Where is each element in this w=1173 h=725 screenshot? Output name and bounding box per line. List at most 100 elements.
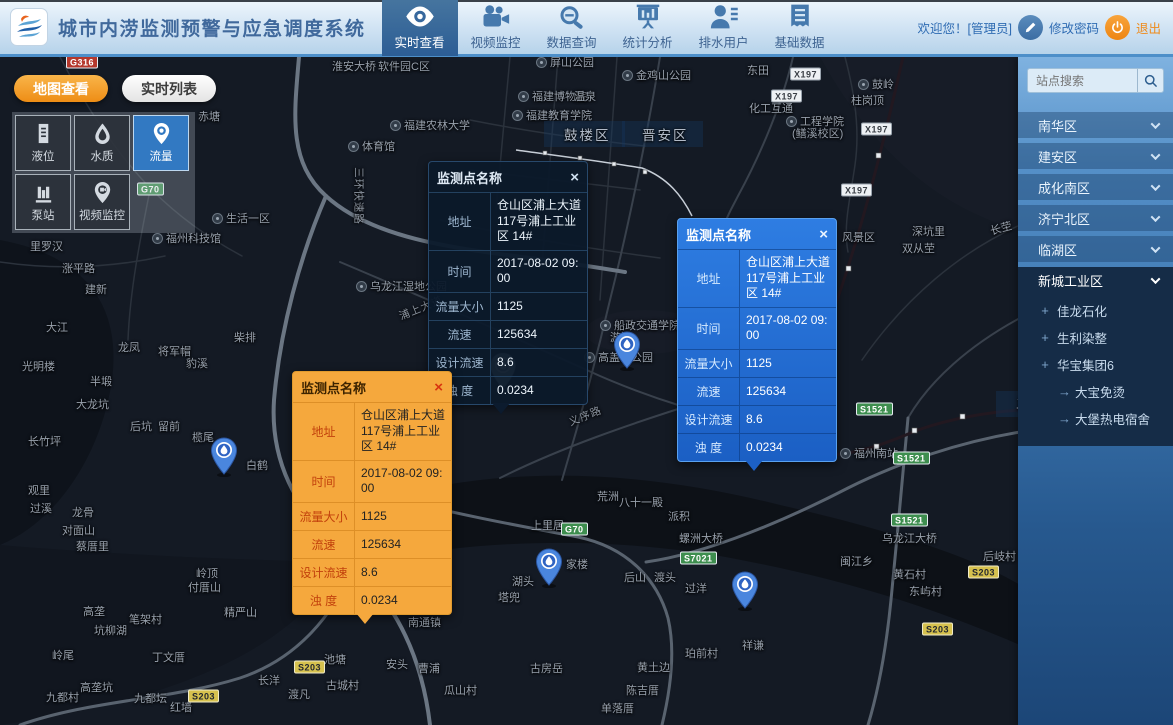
tab-stats[interactable]: 统计分析 bbox=[610, 0, 686, 56]
map-label-text: 软件园C区 bbox=[378, 58, 430, 74]
popup-field-row: 流速125634 bbox=[293, 530, 451, 558]
palette-label: 视频监控 bbox=[79, 207, 125, 223]
close-icon[interactable]: × bbox=[570, 172, 579, 184]
site-item[interactable]: →大堡热电宿舍 bbox=[1018, 405, 1173, 432]
site-item[interactable]: +生利染整 bbox=[1018, 324, 1173, 351]
map-label-text: 单落厝 bbox=[601, 700, 634, 716]
palette-label: 水质 bbox=[91, 148, 114, 164]
close-icon[interactable]: × bbox=[434, 382, 443, 394]
site-item[interactable]: +佳龙石化 bbox=[1018, 297, 1173, 324]
map-label-text: 观里 bbox=[28, 482, 50, 498]
popup-field-row: 地址仓山区浦上大道117号浦上工业区 14# bbox=[429, 192, 587, 250]
map-poi-label: 金鸡山公园 bbox=[622, 67, 691, 83]
popup-field-row: 浊 度0.0234 bbox=[293, 586, 451, 614]
map-label-text: 湖头 bbox=[512, 573, 534, 589]
poi-icon bbox=[390, 120, 401, 131]
map-label-text: 高垄 bbox=[83, 603, 105, 619]
list-view-button[interactable]: 实时列表 bbox=[122, 75, 216, 102]
palette-flow-button[interactable]: 流量 bbox=[133, 115, 189, 171]
map-marker-blue[interactable] bbox=[731, 571, 759, 611]
district-item[interactable]: 新城工业区 bbox=[1018, 267, 1173, 293]
close-icon[interactable]: × bbox=[819, 229, 828, 241]
field-value: 8.6 bbox=[355, 559, 451, 586]
videopin-icon bbox=[91, 181, 114, 204]
field-label: 时间 bbox=[293, 461, 355, 502]
power-icon[interactable] bbox=[1105, 15, 1130, 40]
map-label: 曹浦 bbox=[418, 660, 440, 676]
road-badge: S1521 bbox=[891, 514, 928, 527]
palette-level-button[interactable]: 液位 bbox=[15, 115, 71, 171]
map-label: 半塅 bbox=[90, 373, 112, 389]
map-label: 八十一殿 bbox=[619, 494, 663, 510]
plus-icon: + bbox=[1040, 303, 1050, 318]
field-label: 流量大小 bbox=[678, 350, 740, 377]
map-label-text: 体育馆 bbox=[362, 138, 395, 154]
map-marker-blue[interactable] bbox=[210, 437, 238, 477]
logout-link[interactable]: 退出 bbox=[1136, 18, 1161, 37]
site-item[interactable]: +华宝集团6 bbox=[1018, 351, 1173, 378]
field-label: 设计流速 bbox=[293, 559, 355, 586]
map-label: 建新 bbox=[85, 281, 107, 297]
map-label-text: 双从茔 bbox=[902, 240, 935, 256]
map-label: 单落厝 bbox=[601, 700, 634, 716]
field-label: 流速 bbox=[678, 378, 740, 405]
map-view-button[interactable]: 地图查看 bbox=[14, 75, 108, 102]
map-label: 里罗汉 bbox=[30, 238, 63, 254]
district-item[interactable]: 济宁北区 bbox=[1018, 205, 1173, 231]
field-label: 地址 bbox=[293, 403, 355, 460]
map-label-text: 福州南站 bbox=[854, 445, 898, 461]
map-label: 安头 bbox=[386, 656, 408, 672]
map-label-text: 池塘 bbox=[324, 651, 346, 667]
site-item[interactable]: →大宝免烫 bbox=[1018, 378, 1173, 405]
site-label: 大宝免烫 bbox=[1075, 382, 1125, 401]
map-label-text: 瓜山村 bbox=[444, 682, 477, 698]
search-icon[interactable] bbox=[1137, 69, 1163, 92]
palette-quality-button[interactable]: 水质 bbox=[74, 115, 130, 171]
pencil-icon[interactable] bbox=[1018, 15, 1043, 40]
quality-icon bbox=[91, 122, 114, 145]
tab-query[interactable]: 数据查询 bbox=[534, 0, 610, 56]
map-label-text: 里罗汉 bbox=[30, 238, 63, 254]
map-marker-blue[interactable] bbox=[535, 548, 563, 588]
site-label: 生利染整 bbox=[1057, 328, 1107, 347]
map-label-text: 留前 bbox=[158, 418, 180, 434]
popup-field-row: 流速125634 bbox=[429, 320, 587, 348]
main-nav: 实时查看视频监控数据查询统计分析排水用户基础数据 bbox=[382, 0, 838, 56]
map-label: 上里居 bbox=[531, 517, 564, 533]
map-label: 九都村 bbox=[46, 689, 79, 705]
district-label: 新城工业区 bbox=[1038, 271, 1103, 290]
map-label: 瓜山村 bbox=[444, 682, 477, 698]
camera-icon bbox=[481, 4, 511, 29]
popup-tail bbox=[745, 460, 763, 471]
district-item[interactable]: 南华区 bbox=[1018, 112, 1173, 138]
tab-eye[interactable]: 实时查看 bbox=[382, 0, 458, 56]
popup-field-row: 地址仓山区浦上大道117号浦上工业区 14# bbox=[678, 249, 836, 307]
map-label: 高垄坑 bbox=[80, 679, 113, 695]
map-label: 观里 bbox=[28, 482, 50, 498]
level-icon bbox=[32, 122, 55, 145]
monitor-popup-orange: 监测点名称×地址仓山区浦上大道117号浦上工业区 14#时间2017-08-02… bbox=[292, 371, 452, 615]
palette-videopin-button[interactable]: 视频监控 bbox=[74, 174, 130, 230]
change-password-link[interactable]: 修改密码 bbox=[1049, 18, 1099, 37]
map-label-text: 赤塘 bbox=[198, 108, 220, 124]
district-item[interactable]: 建安区 bbox=[1018, 143, 1173, 169]
site-search-input[interactable] bbox=[1036, 74, 1137, 88]
tab-camera[interactable]: 视频监控 bbox=[458, 0, 534, 56]
district-item[interactable]: 临湖区 bbox=[1018, 236, 1173, 262]
map-label-text: 长洋 bbox=[258, 672, 280, 688]
tab-label: 基础数据 bbox=[775, 32, 825, 51]
map-label: 对面山 bbox=[62, 522, 95, 538]
chevron-down-icon bbox=[1151, 212, 1161, 222]
eye-icon bbox=[405, 4, 435, 29]
chevron-down-icon bbox=[1151, 274, 1161, 284]
palette-pump-button[interactable]: 泵站 bbox=[15, 174, 71, 230]
map-marker-blue[interactable] bbox=[613, 331, 641, 371]
district-item[interactable]: 成化南区 bbox=[1018, 174, 1173, 200]
tab-users[interactable]: 排水用户 bbox=[686, 0, 762, 56]
map-label-text: 闽江乡 bbox=[840, 553, 873, 569]
map-label: 东田 bbox=[747, 62, 769, 78]
map-canvas[interactable]: 淮安大桥软件园C区屏山公园金鸡山公园东田化工互通工程学院(鳝溪校区)鼓岭柱岗顶福… bbox=[0, 0, 1173, 725]
tab-basedata[interactable]: 基础数据 bbox=[762, 0, 838, 56]
field-value: 125634 bbox=[740, 378, 836, 405]
road-badge: S1521 bbox=[856, 403, 893, 416]
